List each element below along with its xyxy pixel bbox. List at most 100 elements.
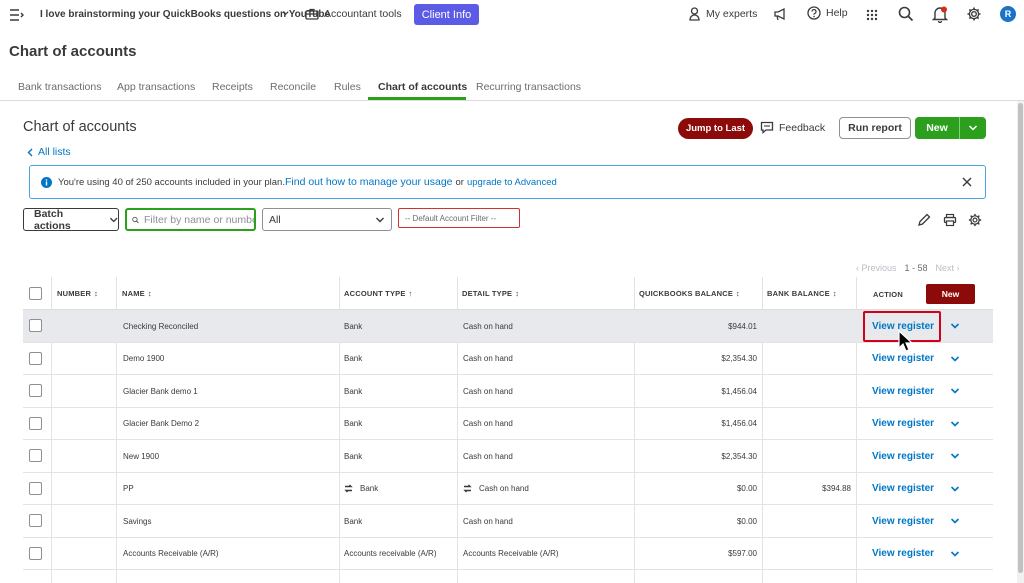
apps-grid-icon[interactable] — [866, 9, 878, 21]
user-avatar[interactable]: R — [1000, 6, 1016, 22]
megaphone-icon[interactable] — [773, 7, 787, 21]
row-checkbox[interactable] — [29, 546, 42, 560]
view-register-label: View register — [872, 515, 935, 527]
chevron-down-icon[interactable] — [950, 386, 960, 396]
view-register-link[interactable]: View register — [872, 408, 934, 440]
cell-bank-balance — [763, 440, 851, 472]
pencil-edit-icon[interactable] — [917, 213, 931, 227]
close-icon[interactable] — [961, 176, 973, 188]
row-checkbox[interactable] — [29, 351, 42, 365]
column-header-account-type[interactable]: ACCOUNT TYPE ↑ — [344, 289, 413, 298]
account-type-select[interactable]: All — [262, 208, 392, 231]
tab-rules[interactable]: Rules — [334, 81, 361, 93]
table-row[interactable]: New 1900 Bank Cash on hand $2,354.30 View re… — [23, 440, 993, 473]
tabs-divider — [0, 100, 1024, 101]
settings-gear-icon[interactable] — [966, 6, 982, 22]
view-register-link[interactable]: View register — [872, 538, 934, 570]
column-header-quickbooks-balance[interactable]: QUICKBOOKS BALANCE ↕ — [639, 289, 740, 298]
upgrade-link[interactable]: upgrade to Advanced — [467, 177, 557, 188]
chevron-down-icon[interactable] — [950, 419, 960, 429]
new-account-table-button[interactable]: New — [926, 284, 975, 304]
table-row[interactable]: Glacier Bank demo 1 Bank Cash on hand $1,45… — [23, 375, 993, 408]
chevron-down-icon[interactable] — [950, 321, 960, 331]
account-type-text: Bank — [360, 484, 379, 493]
table-row[interactable]: PP Bank Cash on hand $0.00 $394.88 View regis… — [23, 473, 993, 505]
row-checkbox[interactable] — [29, 416, 42, 430]
search-icon[interactable] — [898, 6, 914, 22]
help-button[interactable]: Help — [807, 6, 848, 20]
number-header-label: NUMBER — [57, 289, 92, 298]
row-checkbox[interactable] — [29, 481, 42, 495]
jump-to-last-button[interactable]: Jump to Last — [678, 118, 753, 139]
row-checkbox[interactable] — [29, 514, 42, 527]
select-all-checkbox[interactable] — [29, 287, 42, 300]
tab-reconcile[interactable]: Reconcile — [270, 81, 316, 93]
scrollbar-thumb[interactable] — [1018, 103, 1023, 573]
default-account-filter[interactable]: -- Default Account Filter -- — [398, 208, 520, 228]
manage-usage-link[interactable]: Find out how to manage your usage — [285, 176, 453, 188]
row-checkbox[interactable] — [29, 449, 42, 462]
chevron-down-icon[interactable] — [950, 549, 960, 559]
all-lists-link[interactable]: All lists — [27, 146, 71, 158]
account-type-text: Bank — [344, 419, 363, 428]
info-icon — [41, 176, 52, 188]
detail-type-text: Cash on hand — [463, 321, 513, 331]
view-register-link[interactable]: View register — [872, 440, 934, 472]
table-row[interactable]: Demo 1900 Bank Cash on hand $2,354.30 View r… — [23, 343, 993, 375]
bank-sync-icon — [344, 484, 353, 493]
table-row[interactable]: Accounts Receivable (A/R) Accounts receiv… — [23, 538, 993, 570]
cell-detail-type: Cash on hand — [463, 375, 513, 407]
tab-recurring-transactions[interactable]: Recurring transactions — [476, 81, 581, 93]
filter-search-field — [125, 208, 256, 231]
chevron-down-icon[interactable] — [950, 516, 960, 526]
table-row[interactable]: Savings Bank Cash on hand $0.00 View registe… — [23, 505, 993, 538]
tab-chart-of-accounts[interactable]: Chart of accounts — [378, 81, 467, 93]
cell-bank-balance — [763, 505, 851, 537]
column-header-bank-balance[interactable]: BANK BALANCE ↕ — [767, 289, 837, 298]
cell-detail-type: Cash on hand — [463, 505, 513, 537]
feedback-button[interactable]: Feedback — [760, 121, 825, 134]
pagination: ‹ Previous 1 - 58 Next › — [856, 263, 960, 273]
table-row[interactable]: Checking Reconciled Bank Cash on hand $944.… — [23, 310, 993, 343]
account-type-text: Bank — [344, 386, 363, 396]
column-header-detail-type[interactable]: DETAIL TYPE ↕ — [462, 289, 519, 298]
view-register-link[interactable]: View register — [872, 473, 934, 505]
column-header-number[interactable]: NUMBER ↕ — [57, 289, 98, 298]
client-info-button[interactable]: Client Info — [414, 4, 479, 25]
account-type-text: Bank — [344, 354, 363, 363]
filter-input[interactable] — [144, 213, 254, 226]
next-page-button[interactable]: Next › — [936, 263, 960, 273]
my-experts-button[interactable]: My experts — [689, 7, 757, 21]
mouse-pointer-icon — [898, 330, 914, 352]
accountant-tools-label: Accountant tools — [324, 8, 402, 20]
new-account-button[interactable]: New — [915, 117, 959, 139]
sort-icon: ↕ — [94, 289, 99, 298]
new-dropdown-button[interactable] — [960, 117, 986, 139]
page-range: 1 - 58 — [904, 263, 928, 273]
chevron-down-icon[interactable] — [281, 9, 290, 18]
cell-name: PP — [123, 484, 134, 493]
view-register-link[interactable]: View register — [872, 375, 934, 407]
row-checkbox[interactable] — [29, 384, 42, 397]
tab-bank-transactions[interactable]: Bank transactions — [18, 81, 101, 93]
detail-type-text: Accounts Receivable (A/R) — [463, 549, 559, 558]
tab-receipts[interactable]: Receipts — [212, 81, 253, 93]
row-checkbox[interactable] — [29, 319, 42, 332]
cell-account-type: Bank — [344, 440, 362, 472]
column-header-name[interactable]: NAME ↕ — [122, 289, 152, 298]
detail-type-text: Cash on hand — [463, 386, 513, 396]
table-settings-gear-icon[interactable] — [968, 213, 982, 227]
chevron-down-icon[interactable] — [950, 354, 960, 364]
tab-app-transactions[interactable]: App transactions — [117, 81, 195, 93]
table-row[interactable]: Glacier Bank Demo 2 Bank Cash on hand $1,45… — [23, 408, 993, 440]
accountant-tools-button[interactable]: Accountant tools — [305, 8, 402, 20]
menu-collapse-icon[interactable] — [9, 8, 25, 22]
run-report-button[interactable]: Run report — [839, 117, 911, 139]
chevron-down-icon[interactable] — [950, 484, 960, 494]
notification-bell-icon[interactable] — [932, 6, 948, 23]
view-register-link[interactable]: View register — [872, 505, 934, 537]
printer-icon[interactable] — [943, 213, 957, 227]
chevron-down-icon[interactable] — [950, 451, 960, 461]
batch-actions-dropdown[interactable]: Batch actions — [23, 208, 119, 232]
previous-page-button[interactable]: ‹ Previous — [856, 263, 897, 273]
